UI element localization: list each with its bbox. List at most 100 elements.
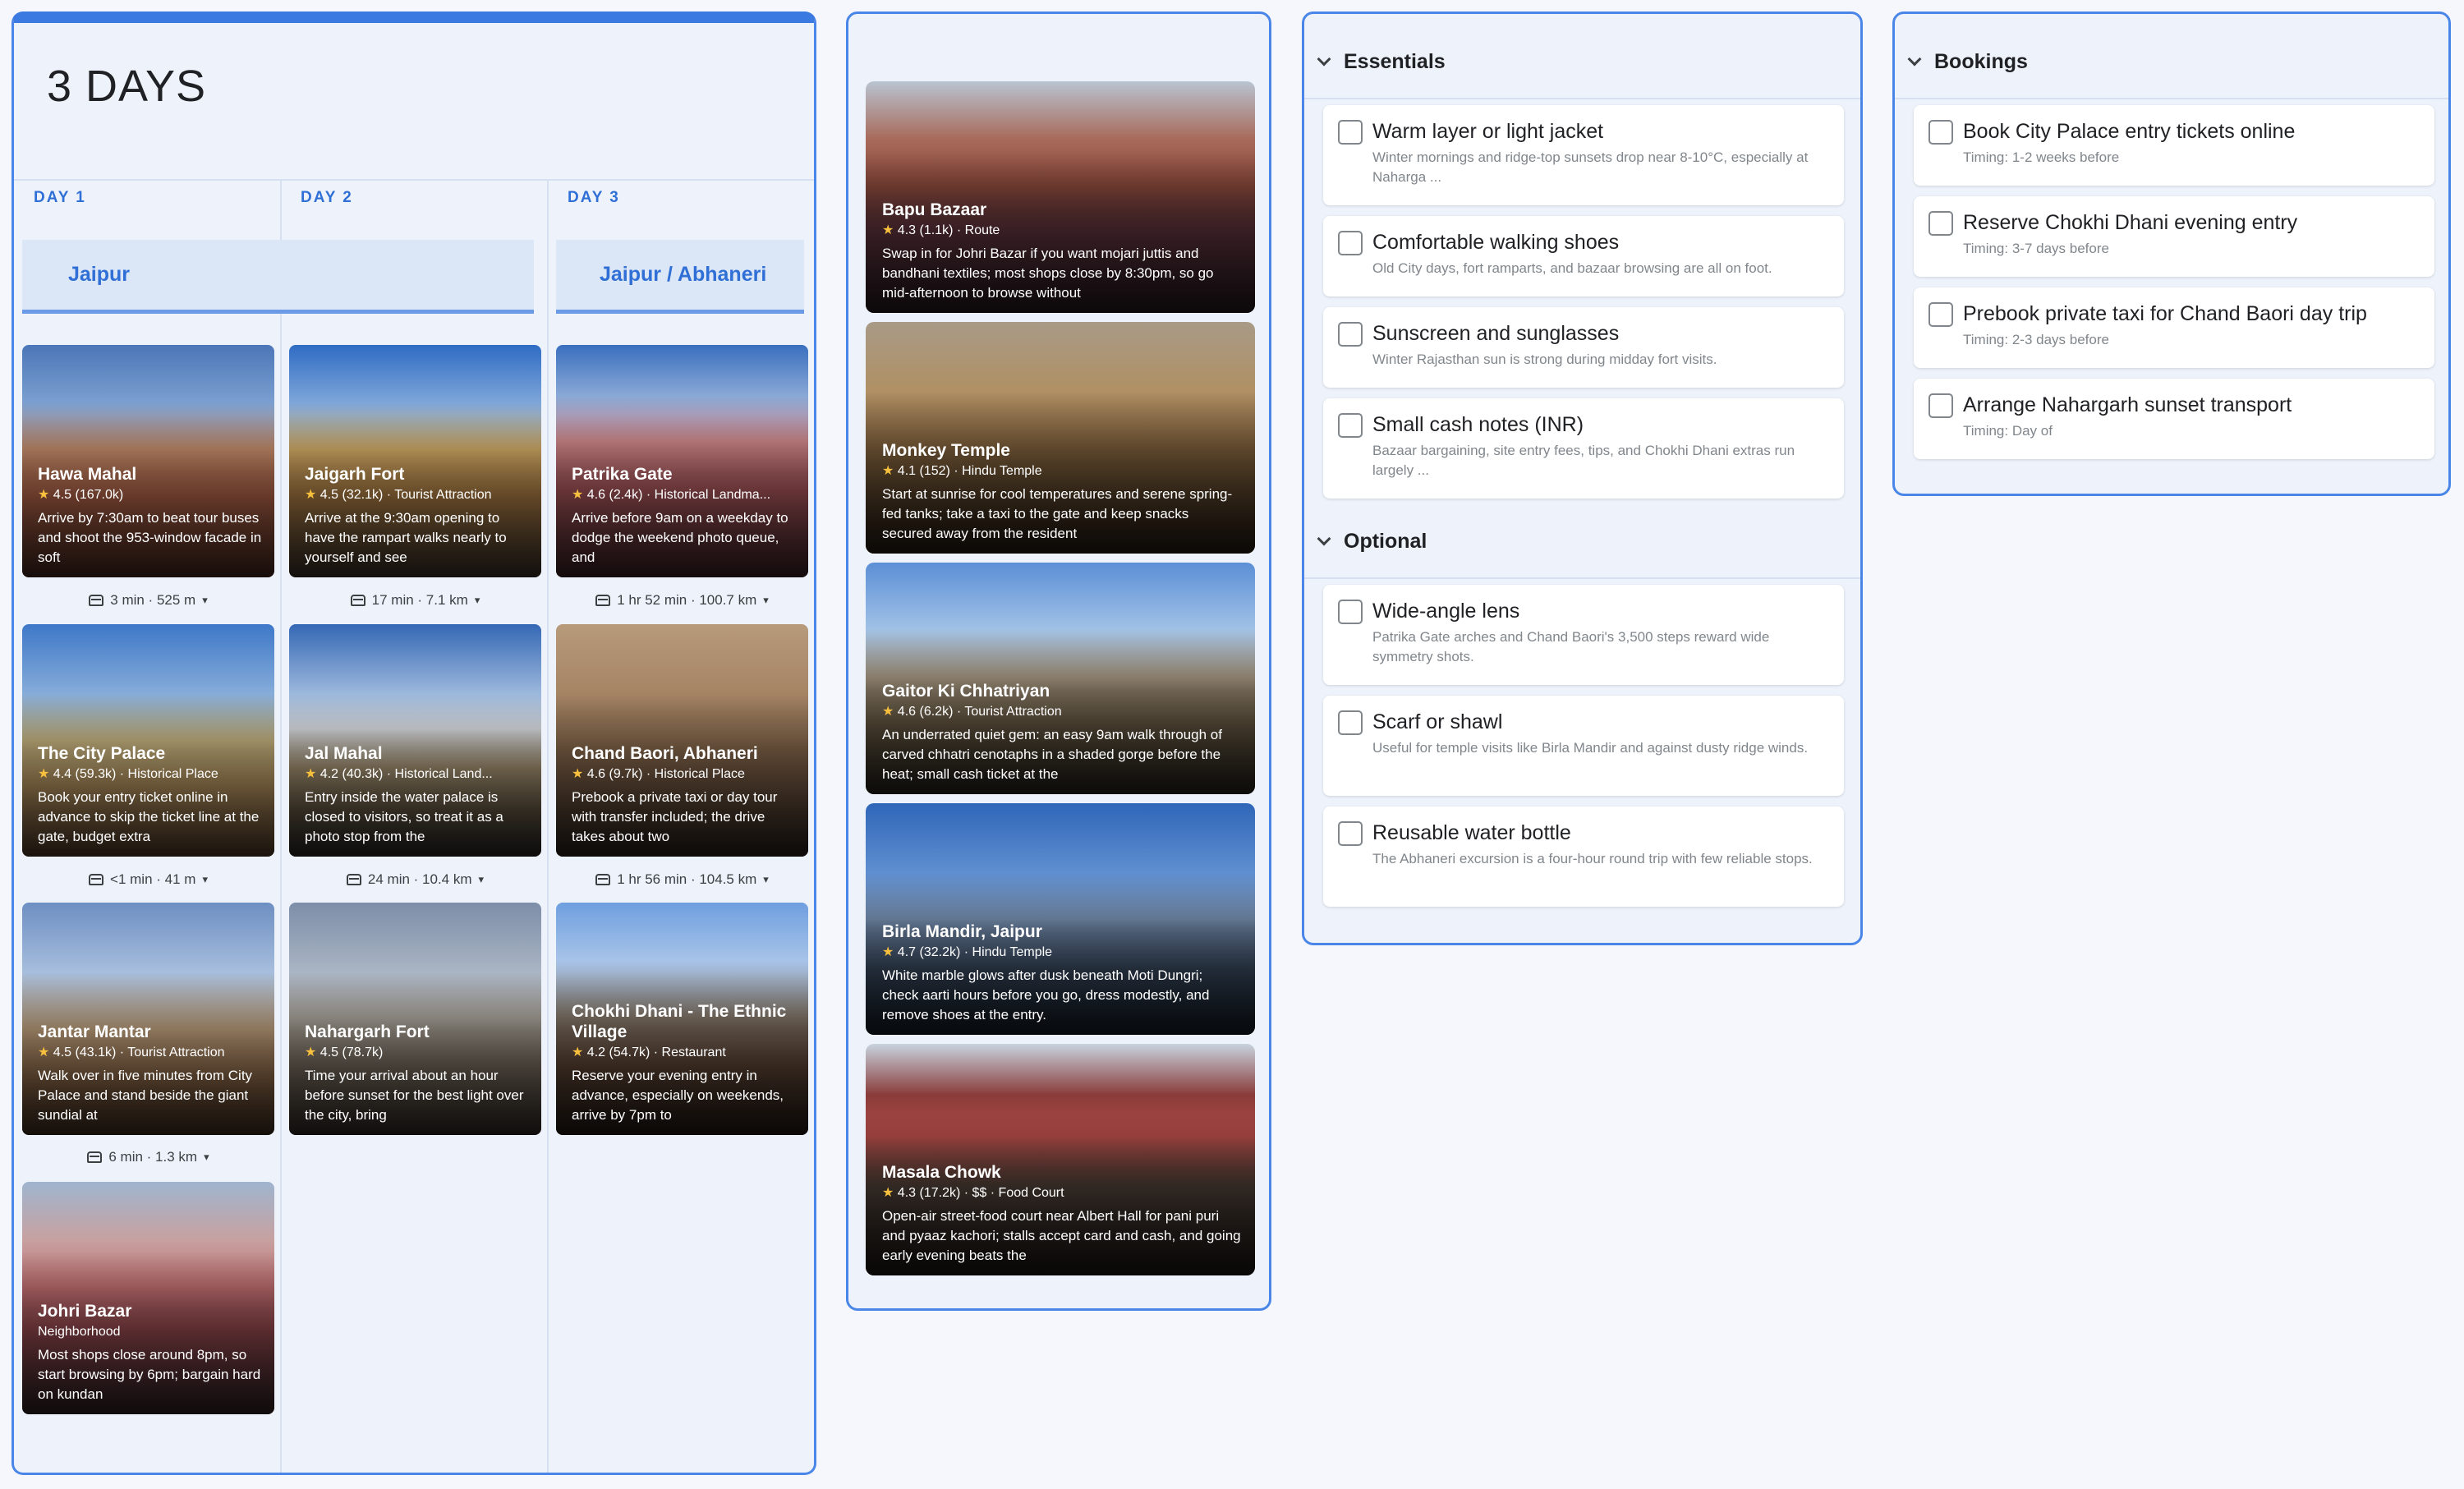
checkbox[interactable]: [1928, 120, 1953, 145]
place-description: Walk over in five minutes from City Pala…: [38, 1068, 253, 1123]
section-title: Essentials: [1344, 49, 1446, 73]
item-label: Book City Palace entry tickets online: [1963, 120, 2296, 143]
suggestion-card[interactable]: Monkey Temple ★ 4.1 (152) · Hindu Temple…: [866, 322, 1255, 554]
place-description: Reserve your evening entry in advance, e…: [572, 1068, 784, 1123]
place-card[interactable]: The City Palace ★ 4.4 (59.3k) · Historic…: [22, 624, 274, 857]
column-divider: [280, 179, 282, 1473]
bookings-section-toggle[interactable]: Bookings: [1895, 25, 2448, 99]
suggestion-card[interactable]: Masala Chowk ★ 4.3 (17.2k) · $$ · Food C…: [866, 1044, 1255, 1275]
travel-time-toggle[interactable]: 24 min · 10.4 km ▾: [289, 867, 541, 892]
location-bar-day-3[interactable]: Jaipur / Abhaneri: [556, 240, 804, 314]
booking-item[interactable]: Reserve Chokhi Dhani evening entry Timin…: [1914, 196, 2434, 277]
travel-time: 17 min · 7.1 km: [371, 592, 468, 608]
checkbox[interactable]: [1338, 120, 1363, 145]
caret-down-icon: ▾: [202, 873, 208, 885]
place-meta: ★ 4.5 (43.1k) · Tourist Attraction: [38, 1046, 225, 1059]
booking-item[interactable]: Arrange Nahargarh sunset transport Timin…: [1914, 379, 2434, 459]
place-description: Arrive before 9am on a weekday to dodge …: [572, 510, 788, 565]
location-label: Jaipur / Abhaneri: [600, 263, 767, 286]
suggestion-card[interactable]: Bapu Bazaar ★ 4.3 (1.1k) · Route Swap in…: [866, 81, 1255, 313]
item-label: Wide-angle lens: [1372, 600, 1520, 623]
place-meta: ★ 4.5 (78.7k): [305, 1046, 384, 1059]
place-description: Arrive at the 9:30am opening to have the…: [305, 510, 507, 565]
star-icon: ★: [572, 488, 584, 502]
place-card[interactable]: Jal Mahal ★ 4.2 (40.3k) · Historical Lan…: [289, 624, 541, 857]
place-card[interactable]: Chokhi Dhani - The Ethnic Village ★ 4.2 …: [556, 903, 808, 1135]
booking-item[interactable]: Prebook private taxi for Chand Baori day…: [1914, 287, 2434, 368]
place-card[interactable]: Jantar Mantar ★ 4.5 (43.1k) · Tourist At…: [22, 903, 274, 1135]
checkbox[interactable]: [1338, 600, 1363, 624]
suggestion-card[interactable]: Gaitor Ki Chhatriyan ★ 4.6 (6.2k) · Tour…: [866, 563, 1255, 794]
checklist-item[interactable]: Warm layer or light jacket Winter mornin…: [1323, 105, 1844, 205]
booking-item[interactable]: Book City Palace entry tickets online Ti…: [1914, 105, 2434, 186]
place-description: Open-air street-food court near Albert H…: [882, 1208, 1241, 1263]
chevron-down-icon: [1317, 531, 1331, 546]
checkbox[interactable]: [1928, 393, 1953, 418]
checklist-item[interactable]: Wide-angle lens Patrika Gate arches and …: [1323, 585, 1844, 685]
checklist-item[interactable]: Sunscreen and sunglasses Winter Rajastha…: [1323, 307, 1844, 388]
place-name: Gaitor Ki Chhatriyan: [882, 682, 1050, 701]
star-icon: ★: [882, 1186, 894, 1200]
suggestion-card[interactable]: Birla Mandir, Jaipur ★ 4.7 (32.2k) · Hin…: [866, 803, 1255, 1035]
item-note: Patrika Gate arches and Chand Baori's 3,…: [1372, 629, 1770, 664]
location-label: Jaipur: [68, 263, 131, 286]
place-meta: ★ 4.2 (54.7k) · Restaurant: [572, 1046, 726, 1059]
trip-title: 3 DAYS: [47, 62, 207, 111]
place-description: Entry inside the water palace is closed …: [305, 789, 503, 844]
checkbox[interactable]: [1928, 211, 1953, 236]
travel-time-toggle[interactable]: 17 min · 7.1 km ▾: [289, 588, 541, 613]
column-divider: [547, 179, 549, 1473]
place-meta: ★ 4.6 (6.2k) · Tourist Attraction: [882, 705, 1062, 719]
place-name: Hawa Mahal: [38, 465, 137, 484]
checkbox[interactable]: [1338, 710, 1363, 735]
travel-time-toggle[interactable]: 1 hr 56 min · 104.5 km ▾: [556, 867, 808, 892]
place-card[interactable]: Hawa Mahal ★ 4.5 (167.0k) Arrive by 7:30…: [22, 345, 274, 577]
place-name: Bapu Bazaar: [882, 200, 987, 219]
travel-time-toggle[interactable]: 6 min · 1.3 km ▾: [22, 1145, 274, 1170]
checkbox[interactable]: [1928, 302, 1953, 327]
item-note: Old City days, fort ramparts, and bazaar…: [1372, 260, 1772, 276]
item-label: Warm layer or light jacket: [1372, 120, 1604, 143]
essentials-section-toggle[interactable]: Essentials: [1304, 25, 1860, 99]
checkbox[interactable]: [1338, 821, 1363, 846]
caret-down-icon: ▾: [474, 594, 480, 606]
place-name: Johri Bazar: [38, 1302, 132, 1321]
place-card[interactable]: Johri Bazar Neighborhood Most shops clos…: [22, 1182, 274, 1414]
checkbox[interactable]: [1338, 322, 1363, 347]
star-icon: ★: [38, 488, 50, 502]
item-label: Reusable water bottle: [1372, 821, 1571, 844]
car-icon: [89, 874, 104, 885]
place-card[interactable]: Patrika Gate ★ 4.6 (2.4k) · Historical L…: [556, 345, 808, 577]
place-description: An underrated quiet gem: an easy 9am wal…: [882, 727, 1222, 782]
place-card[interactable]: Chand Baori, Abhaneri ★ 4.6 (9.7k) · His…: [556, 624, 808, 857]
caret-down-icon: ▾: [204, 1151, 209, 1163]
travel-time-toggle[interactable]: <1 min · 41 m ▾: [22, 867, 274, 892]
optional-section-toggle[interactable]: Optional: [1304, 505, 1860, 579]
place-name: Patrika Gate: [572, 465, 673, 484]
chevron-down-icon: [1317, 52, 1331, 67]
place-meta: ★ 4.2 (40.3k) · Historical Land...: [305, 767, 493, 781]
place-name: Jantar Mantar: [38, 1023, 151, 1041]
caret-down-icon: ▾: [202, 594, 208, 606]
place-description: Swap in for Johri Bazar if you want moja…: [882, 246, 1214, 301]
checkbox[interactable]: [1338, 413, 1363, 438]
checklist-item[interactable]: Scarf or shawl Useful for temple visits …: [1323, 696, 1844, 796]
item-timing: Timing: 3-7 days before: [1963, 241, 2109, 256]
caret-down-icon: ▾: [478, 873, 485, 885]
item-label: Arrange Nahargarh sunset transport: [1963, 393, 2292, 416]
travel-time-toggle[interactable]: 1 hr 52 min · 100.7 km ▾: [556, 588, 808, 613]
car-icon: [346, 874, 361, 885]
checklist-item[interactable]: Small cash notes (INR) Bazaar bargaining…: [1323, 398, 1844, 499]
checklist-item[interactable]: Comfortable walking shoes Old City days,…: [1323, 216, 1844, 296]
travel-time-toggle[interactable]: 3 min · 525 m ▾: [22, 588, 274, 613]
suggestions-panel: Bapu Bazaar ★ 4.3 (1.1k) · Route Swap in…: [846, 11, 1271, 1311]
place-card[interactable]: Jaigarh Fort ★ 4.5 (32.1k) · Tourist Att…: [289, 345, 541, 577]
checklist-item[interactable]: Reusable water bottle The Abhaneri excur…: [1323, 807, 1844, 907]
place-meta: ★ 4.3 (1.1k) · Route: [882, 223, 1000, 237]
item-label: Scarf or shawl: [1372, 710, 1503, 733]
travel-time: 24 min · 10.4 km: [367, 871, 472, 887]
item-timing: Timing: Day of: [1963, 423, 2053, 439]
checkbox[interactable]: [1338, 231, 1363, 255]
place-card[interactable]: Nahargarh Fort ★ 4.5 (78.7k) Time your a…: [289, 903, 541, 1135]
location-bar-day-1-2[interactable]: Jaipur: [22, 240, 534, 314]
